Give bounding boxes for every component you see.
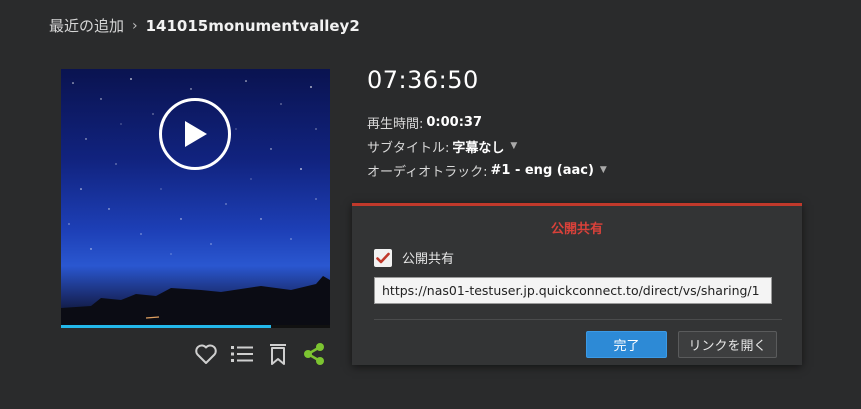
mountain-silhouette: [61, 276, 330, 328]
duration-row: 再生時間: 0:00:37: [367, 110, 607, 134]
share-icon[interactable]: [302, 342, 326, 366]
caret-down-icon[interactable]: ▼: [600, 165, 607, 175]
video-metadata: 再生時間: 0:00:37 サブタイトル: 字幕なし ▼ オーディオトラック: …: [367, 110, 607, 182]
subtitle-label: サブタイトル:: [367, 140, 450, 156]
heart-icon[interactable]: [194, 342, 218, 366]
playback-progress-fill: [61, 325, 271, 328]
breadcrumb: 最近の追加 › 141015monumentvalley2: [49, 15, 360, 36]
chevron-right-icon: ›: [132, 17, 138, 34]
audio-track-label: オーディオトラック:: [367, 164, 488, 180]
action-toolbar: [194, 342, 326, 366]
breadcrumb-current: 141015monumentvalley2: [145, 16, 360, 35]
audio-track-selector[interactable]: オーディオトラック: #1 - eng (aac) ▼: [367, 158, 607, 182]
breadcrumb-recent-link[interactable]: 最近の追加: [49, 15, 124, 36]
public-share-checkbox[interactable]: [374, 248, 392, 267]
public-share-dialog: 公開共有 公開共有 完了 リンクを開く: [352, 203, 802, 365]
audio-track-value[interactable]: #1 - eng (aac): [490, 163, 593, 178]
share-url-field[interactable]: [374, 277, 772, 304]
play-icon: [185, 121, 207, 147]
caret-down-icon[interactable]: ▼: [510, 141, 517, 151]
subtitle-selector[interactable]: サブタイトル: 字幕なし ▼: [367, 134, 607, 158]
bookmark-icon[interactable]: [266, 342, 290, 366]
checkmark-icon: [376, 252, 390, 263]
video-title: 07:36:50: [367, 66, 479, 94]
playback-progress-bar[interactable]: [61, 325, 330, 328]
video-thumbnail[interactable]: [61, 69, 330, 328]
dialog-title: 公開共有: [550, 222, 603, 237]
duration-value: 0:00:37: [426, 114, 483, 130]
list-icon[interactable]: [230, 342, 254, 366]
public-share-toggle[interactable]: 公開共有: [374, 248, 454, 267]
divider: [374, 319, 782, 320]
subtitle-value[interactable]: 字幕なし: [452, 137, 504, 156]
done-button[interactable]: 完了: [586, 331, 667, 358]
public-share-label: 公開共有: [402, 252, 455, 267]
play-button[interactable]: [159, 98, 231, 170]
duration-label: 再生時間:: [367, 116, 424, 132]
open-link-button[interactable]: リンクを開く: [678, 331, 777, 358]
